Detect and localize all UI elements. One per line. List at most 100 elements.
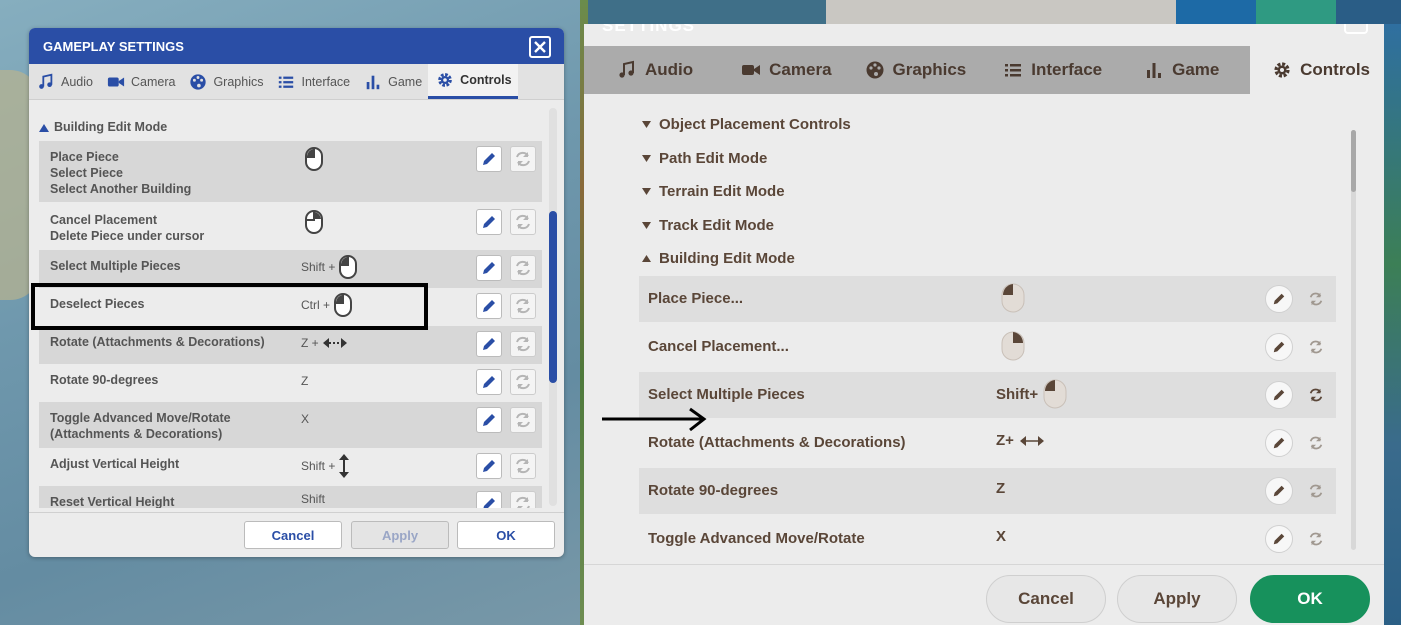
tab-label: Game	[388, 74, 423, 89]
right-arrow-icon	[602, 407, 707, 432]
pencil-icon	[1273, 341, 1285, 353]
key-binding	[301, 147, 324, 171]
edit-binding-button[interactable]	[476, 209, 502, 235]
ok-button[interactable]: OK	[1250, 575, 1370, 623]
control-row-reset-height: Reset Vertical Height Shift	[39, 486, 542, 508]
control-label: Reset Vertical Height	[50, 495, 175, 508]
key-binding: Z+	[996, 432, 1045, 449]
refresh-icon	[1309, 388, 1323, 402]
edit-binding-button[interactable]	[1265, 381, 1293, 409]
tab-controls[interactable]: Controls	[428, 64, 518, 99]
mouse-right-icon	[1001, 331, 1025, 361]
edit-binding-button[interactable]	[1265, 477, 1293, 505]
horizontal-arrows-icon	[322, 338, 347, 348]
reset-binding-button[interactable]	[510, 146, 536, 172]
edit-binding-button[interactable]	[476, 293, 502, 319]
reset-binding-button[interactable]	[510, 331, 536, 357]
edit-binding-button[interactable]	[1265, 285, 1293, 313]
tab-camera[interactable]: Camera	[708, 46, 846, 94]
apply-button[interactable]: Apply	[351, 521, 449, 549]
list-icon	[279, 76, 294, 88]
key-modifier: Z	[996, 480, 1006, 497]
control-row-select-multiple: Select Multiple Pieces Shift+	[639, 372, 1336, 418]
close-button[interactable]	[1344, 24, 1368, 34]
edit-binding-button[interactable]	[476, 146, 502, 172]
tab-camera[interactable]: Camera	[99, 64, 181, 99]
ok-button[interactable]: OK	[457, 521, 555, 549]
reset-binding-button[interactable]	[1302, 333, 1330, 361]
group-building-edit[interactable]: Building Edit Mode	[642, 250, 795, 267]
tab-game[interactable]: Game	[356, 64, 428, 99]
key-binding	[996, 331, 1025, 361]
group-path-edit[interactable]: Path Edit Mode	[642, 150, 767, 167]
reset-binding-button[interactable]	[510, 369, 536, 395]
pencil-icon	[483, 153, 495, 165]
reset-binding-button[interactable]	[1302, 381, 1330, 409]
reset-binding-button[interactable]	[510, 491, 536, 508]
reset-binding-button[interactable]	[510, 293, 536, 319]
settings-tabs: Audio Camera Graphics Interface Game Con…	[29, 64, 564, 100]
edit-binding-button[interactable]	[476, 369, 502, 395]
tab-audio[interactable]: Audio	[584, 46, 708, 94]
reset-binding-button[interactable]	[1302, 285, 1330, 313]
control-row-cancel-placement: Cancel Placement...	[639, 324, 1336, 370]
pencil-icon	[483, 300, 495, 312]
control-label: Cancel Placement Delete Piece under curs…	[50, 213, 205, 243]
tab-graphics[interactable]: Graphics	[181, 64, 269, 99]
control-row-place-piece: Place Piece Select Piece Select Another …	[39, 141, 542, 202]
control-label: Toggle Advanced Move/Rotate (Attachments…	[50, 411, 231, 441]
group-object-placement[interactable]: Object Placement Controls	[642, 116, 851, 133]
reset-binding-button[interactable]	[1302, 477, 1330, 505]
mouse-left-icon	[339, 255, 358, 279]
key-modifier: Z	[301, 374, 309, 388]
gear-icon	[438, 73, 453, 87]
refresh-icon	[516, 260, 530, 276]
control-label: Rotate (Attachments & Decorations)	[648, 434, 906, 451]
apply-button[interactable]: Apply	[1117, 575, 1237, 623]
reset-binding-button[interactable]	[510, 407, 536, 433]
reset-binding-button[interactable]	[510, 209, 536, 235]
scrollbar-thumb[interactable]	[549, 211, 557, 383]
scrollbar[interactable]	[549, 108, 557, 506]
edit-binding-button[interactable]	[476, 255, 502, 281]
group-terrain-edit[interactable]: Terrain Edit Mode	[642, 183, 785, 200]
tab-audio[interactable]: Audio	[29, 64, 99, 99]
tab-label: Graphics	[213, 74, 264, 89]
control-label: Place Piece...	[648, 290, 744, 307]
key-binding: X	[301, 412, 309, 426]
key-binding: Z	[301, 374, 308, 388]
reset-binding-button[interactable]	[510, 255, 536, 281]
edit-binding-button[interactable]	[476, 491, 502, 508]
close-button[interactable]	[529, 36, 551, 58]
control-row-cancel-placement: Cancel Placement Delete Piece under curs…	[39, 204, 542, 250]
background-block	[826, 0, 1176, 24]
group-track-edit[interactable]: Track Edit Mode	[642, 217, 774, 234]
tab-controls[interactable]: Controls	[1250, 46, 1384, 94]
edit-binding-button[interactable]	[1265, 429, 1293, 457]
reset-binding-button[interactable]	[1302, 429, 1330, 457]
tab-interface[interactable]: Interface	[269, 64, 356, 99]
pencil-icon	[483, 414, 495, 426]
key-modifier: X	[996, 528, 1007, 545]
key-binding: Z +	[301, 336, 348, 350]
bar-chart-icon	[1147, 63, 1162, 78]
reset-binding-button[interactable]	[1302, 525, 1330, 553]
scrollbar[interactable]	[1351, 130, 1356, 550]
pencil-icon	[1273, 437, 1285, 449]
key-binding	[301, 210, 324, 234]
cancel-button[interactable]: Cancel	[986, 575, 1106, 623]
edit-binding-button[interactable]	[1265, 525, 1293, 553]
edit-binding-button[interactable]	[1265, 333, 1293, 361]
section-building-edit-mode[interactable]: Building Edit Mode	[39, 120, 167, 134]
background-edge	[1384, 24, 1401, 625]
reset-binding-button[interactable]	[510, 453, 536, 479]
edit-binding-button[interactable]	[476, 407, 502, 433]
tab-game[interactable]: Game	[1117, 46, 1234, 94]
edit-binding-button[interactable]	[476, 453, 502, 479]
scrollbar-thumb[interactable]	[1351, 130, 1356, 192]
cancel-button[interactable]: Cancel	[244, 521, 342, 549]
edit-binding-button[interactable]	[476, 331, 502, 357]
tab-interface[interactable]: Interface	[981, 46, 1117, 94]
tab-graphics[interactable]: Graphics	[847, 46, 982, 94]
pencil-icon	[483, 376, 495, 388]
